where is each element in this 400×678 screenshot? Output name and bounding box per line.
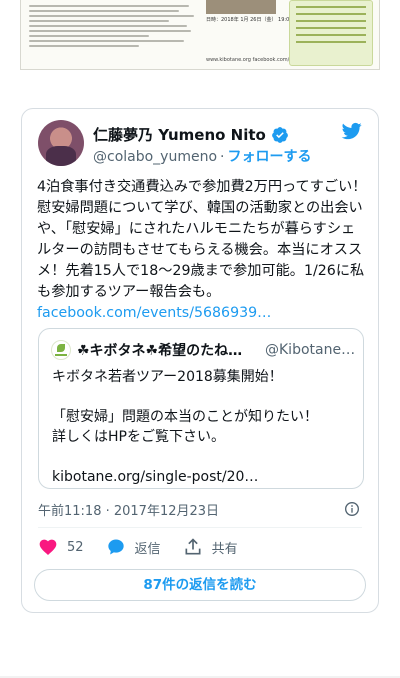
tweet-timestamp[interactable]: 午前11:18 · 2017年12月23日 [38,500,219,519]
share-label: 共有 [211,541,238,557]
author-handle-row: @colabo_yumeno · フォローする [93,146,311,166]
author-display-name[interactable]: 仁藤夢乃 Yumeno Nito [93,124,266,145]
reply-button[interactable]: 返信 [106,537,161,557]
verified-badge-icon [271,126,288,143]
reply-label: 返信 [134,541,161,557]
read-replies-button[interactable]: 87件の返信を読む [34,569,366,601]
author-handle[interactable]: @colabo_yumeno [93,149,217,165]
tweet-card[interactable]: 仁藤夢乃 Yumeno Nito @colabo_yumeno · フォローする 4… [21,108,379,613]
flyer-text-block [29,2,197,50]
quoted-tweet[interactable]: ☘キボタネ☘希望のたね… @Kibotanel… キボタネ若者ツアー2018募集… [38,328,364,489]
separator-dot: · [220,149,225,165]
quoted-tweet-header: ☘キボタネ☘希望のたね… @Kibotanel… [51,340,357,360]
info-icon[interactable] [344,501,360,517]
like-count: 52 [67,539,84,555]
tweet-link[interactable]: facebook.com/events/5686939… [37,305,271,321]
quoted-tweet-body: キボタネ若者ツアー2018募集開始！ 「慰安婦」問題の本当のことが知りたい！ 詳… [52,367,352,487]
avatar[interactable] [38,120,84,166]
quoted-handle: @Kibotanel… [265,342,357,358]
flyer-photo [206,0,276,14]
flyer-green-box [289,0,373,66]
twitter-bird-icon[interactable] [340,121,364,141]
quoted-line: 詳しくはHPをご覧下さい。 [52,429,225,445]
quoted-line: キボタネ若者ツアー2018募集開始！ [52,369,283,385]
quoted-link: kibotane.org/single-post/20… [52,469,259,485]
heart-icon [39,539,57,555]
author-name-row[interactable]: 仁藤夢乃 Yumeno Nito [93,124,289,145]
quoted-line: 「慰安婦」問題の本当のことが知りたい！ [52,409,318,425]
tweet-actions: 52 返信 共有 [38,537,260,557]
divider [38,527,362,528]
like-button[interactable]: 52 [38,537,84,557]
share-icon [185,538,201,555]
quoted-display-name: ☘キボタネ☘希望のたね… [77,343,243,359]
tweet-text: 4泊食事付き交通費込みで参加費2万円ってすごい！慰安婦問題について学び、韓国の活… [37,177,367,324]
follow-link[interactable]: フォローする [227,149,311,165]
share-button[interactable]: 共有 [183,537,238,557]
tweet-body: 4泊食事付き交通費込みで参加費2万円ってすごい！慰安婦問題について学び、韓国の活… [37,179,367,300]
flyer-image: 日時：2018年 1月 26日（金） 19:00〜(18:40開場) www.k… [20,0,380,70]
reply-bubble-icon [107,539,124,555]
quoted-avatar [51,340,71,360]
